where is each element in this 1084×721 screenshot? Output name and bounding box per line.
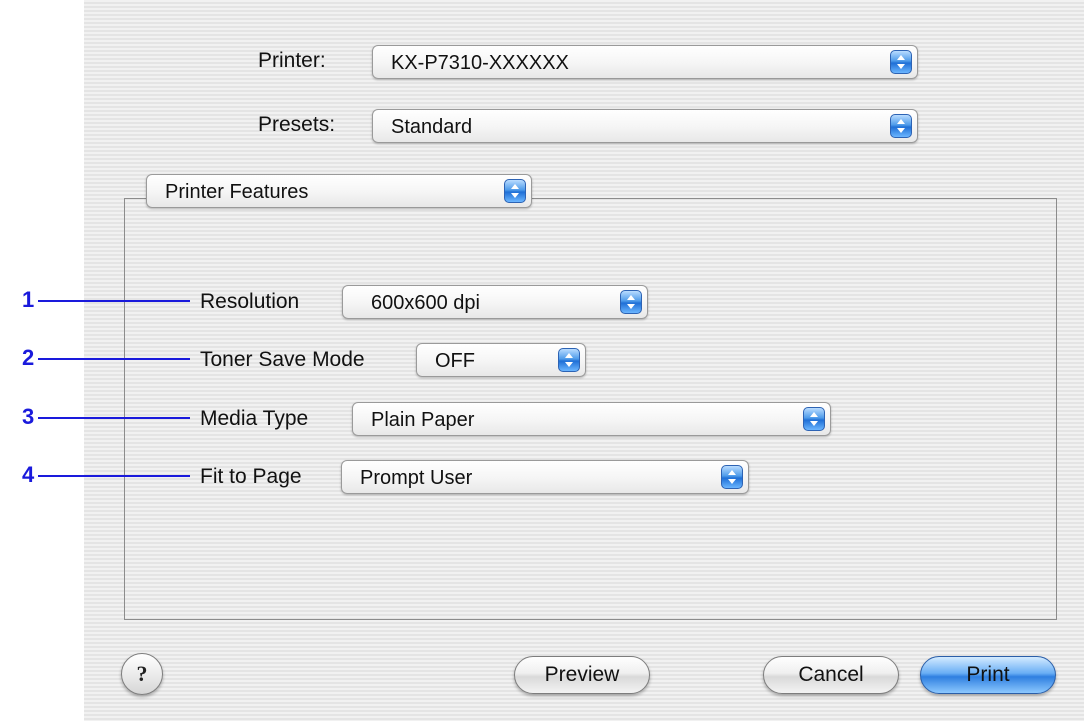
fit-to-page-label: Fit to Page [200,465,302,488]
preview-button[interactable]: Preview [514,656,650,694]
callout-4: 4 [22,462,35,487]
resolution-label: Resolution [200,290,300,313]
printer-label: Printer: [258,49,326,72]
resolution-popup[interactable]: 600x600 dpi [342,285,648,319]
updown-arrows-icon [620,290,642,314]
callout-line-1 [38,300,190,302]
print-button[interactable]: Print [920,656,1056,694]
callout-3: 3 [22,404,35,429]
updown-arrows-icon [558,348,580,372]
media-type-popup[interactable]: Plain Paper [352,402,831,436]
updown-arrows-icon [803,407,825,431]
help-button[interactable]: ? [121,653,163,695]
printer-popup[interactable]: KX-P7310-XXXXXX [372,45,918,79]
printer-value: KX-P7310-XXXXXX [391,52,569,74]
callout-line-3 [38,417,190,419]
updown-arrows-icon [504,179,526,203]
callout-line-2 [38,358,190,360]
toner-save-mode-label: Toner Save Mode [200,348,365,371]
panel-popup[interactable]: Printer Features [146,174,532,208]
cancel-button[interactable]: Cancel [763,656,899,694]
callout-2: 2 [22,345,35,370]
media-type-value: Plain Paper [371,409,475,431]
fit-to-page-popup[interactable]: Prompt User [341,460,749,494]
media-type-label: Media Type [200,407,309,430]
toner-save-mode-popup[interactable]: OFF [416,343,586,377]
panel-value: Printer Features [165,181,309,203]
presets-label: Presets: [258,113,336,136]
presets-popup[interactable]: Standard [372,109,918,143]
question-mark-icon: ? [136,661,148,686]
updown-arrows-icon [890,50,912,74]
resolution-value: 600x600 dpi [371,292,480,314]
callout-1: 1 [22,287,35,312]
updown-arrows-icon [890,114,912,138]
callout-line-4 [38,475,190,477]
fit-to-page-value: Prompt User [360,467,473,489]
toner-save-mode-value: OFF [435,350,475,372]
presets-value: Standard [391,116,473,138]
updown-arrows-icon [721,465,743,489]
